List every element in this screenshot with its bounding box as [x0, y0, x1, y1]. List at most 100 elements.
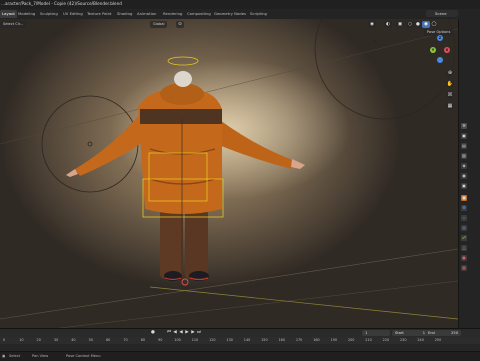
gizmo-x-icon[interactable]: X — [444, 47, 450, 53]
tab-scripting[interactable]: Scripting — [250, 11, 267, 16]
scene-props-icon[interactable]: ◈ — [461, 163, 467, 169]
collection-icon[interactable]: ▣ — [461, 183, 467, 189]
floor-axis-line — [149, 286, 458, 320]
head-bone-halo — [167, 56, 199, 66]
pivot-point-icon[interactable]: ⊙ — [176, 21, 184, 28]
root-bone-marker — [181, 278, 189, 286]
tab-uv-editing[interactable]: UV Editing — [63, 11, 83, 16]
bone-joint-left — [87, 141, 93, 147]
tab-sculpting[interactable]: Sculpting — [40, 11, 58, 16]
floor-line — [59, 280, 458, 328]
object-icon[interactable]: ■ — [461, 195, 467, 201]
ruler-tick-label: 60 — [105, 338, 111, 342]
tab-compositing[interactable]: Compositing — [187, 11, 211, 16]
ruler-tick-label: 100 — [174, 338, 181, 342]
scene-selector[interactable]: Scene — [426, 10, 458, 17]
camera-icon[interactable]: ☒ — [446, 91, 454, 99]
start-frame-field[interactable]: Start 1 — [392, 330, 428, 336]
3d-viewport[interactable]: Select Cir... Global ⊙ ◉ ◐ ▣ ○ ● ◉ ◯ Pos… — [0, 19, 458, 328]
constraints-icon[interactable]: ☍ — [461, 235, 467, 241]
texture-icon[interactable]: ▦ — [461, 265, 467, 271]
transform-orientation-dropdown[interactable]: Global — [150, 21, 168, 28]
tab-rendering[interactable]: Rendering — [163, 11, 182, 16]
jacket-yoke — [140, 109, 222, 124]
record-icon[interactable]: ● — [150, 330, 156, 336]
window-title: ...aracter/Pack_7/Model - Copie (42)/Sou… — [1, 1, 122, 6]
scene-label: Scene — [435, 11, 447, 16]
character-jacket — [138, 88, 222, 214]
zoom-icon[interactable]: ⊕ — [446, 69, 454, 77]
start-label: Start — [395, 331, 404, 335]
ruler-tick-label: 180 — [313, 338, 320, 342]
properties-tab-strip: ⚒ ▣ ▤ ▨ ◈ ◉ ▣ ■ ⚙ ∘ ◎ ☍ △ ● ▦ — [458, 19, 480, 328]
ruler-tick-label: 210 — [365, 338, 372, 342]
ruler-tick-label: 190 — [330, 338, 338, 342]
view-layer-icon[interactable]: ▨ — [461, 153, 467, 159]
render-icon[interactable]: ▣ — [461, 133, 467, 139]
current-frame-field[interactable]: 1 — [362, 330, 390, 336]
floor-line — [0, 248, 458, 320]
end-label: End — [428, 331, 435, 335]
tab-texture-paint[interactable]: Texture Paint — [87, 11, 112, 16]
view-object-types-icon[interactable]: ◉ — [368, 21, 376, 28]
ruler-tick-label: 30 — [53, 338, 59, 342]
ruler-tick-label: 110 — [191, 338, 199, 342]
modifier-icon[interactable]: ⚙ — [461, 205, 467, 211]
character-left-leg — [160, 209, 183, 279]
frame-ruler[interactable]: 0 10 20 30 40 50 60 70 80 90 100 110 120 130 140 150 160… — [0, 337, 480, 344]
tab-animation[interactable]: Animation — [137, 11, 156, 16]
ruler-tick-label: 120 — [209, 338, 216, 342]
gizmo-y-label: Y — [431, 48, 435, 52]
status-select: Select — [9, 354, 21, 358]
character-right-hand — [291, 159, 305, 169]
grid-icon[interactable]: ▦ — [446, 102, 454, 110]
ruler-tick-label: 80 — [140, 338, 146, 342]
ruler-tick-label: 20 — [36, 338, 41, 342]
gizmo-z-label: Z — [438, 36, 442, 40]
ruler-tick-label: 70 — [123, 338, 128, 342]
ruler-tick-label: 170 — [295, 338, 303, 342]
particles-icon[interactable]: ∘ — [461, 215, 467, 221]
select-mode-dropdown[interactable]: Select Cir... — [0, 21, 27, 28]
gizmo-z-icon[interactable]: Z — [437, 35, 443, 41]
gizmo-y-icon[interactable]: Y — [430, 47, 436, 53]
hand-icon[interactable]: ✋ — [446, 80, 454, 88]
viewport-header: Select Cir... Global ⊙ ◉ ◐ ▣ ○ ● ◉ ◯ Pos… — [0, 19, 458, 36]
shading-solid-icon[interactable]: ● — [414, 21, 422, 28]
data-icon[interactable]: △ — [461, 245, 467, 251]
title-bar: ...aracter/Pack_7/Model - Copie (42)/Sou… — [0, 0, 480, 9]
tab-layout[interactable]: Layout — [0, 10, 17, 18]
status-pan: Pan View — [32, 354, 49, 358]
shading-wireframe-icon[interactable]: ○ — [406, 21, 414, 28]
xray-icon[interactable]: ▣ — [396, 21, 404, 28]
output-icon[interactable]: ▤ — [461, 143, 467, 149]
mouse-icon: ▣ — [2, 354, 6, 358]
ruler-tick-label: 250 — [434, 338, 442, 342]
tab-shading[interactable]: Shading — [117, 11, 132, 16]
tool-icon[interactable]: ⚒ — [461, 123, 467, 129]
tab-modeling[interactable]: Modeling — [18, 11, 35, 16]
ruler-tick-label: 220 — [382, 338, 390, 342]
ruler-tick-label: 90 — [158, 338, 163, 342]
gizmo-x-label: X — [445, 48, 449, 52]
navigation-gizmo[interactable]: Z Y X — [427, 35, 453, 65]
shading-rendered-icon[interactable]: ◯ — [430, 21, 438, 28]
viewport-scene — [0, 19, 458, 328]
overlays-icon[interactable]: ◐ — [384, 21, 392, 28]
status-context: Pose Context Menu — [66, 354, 101, 358]
physics-icon[interactable]: ◎ — [461, 225, 467, 231]
end-value: 250 — [451, 331, 458, 335]
ruler-tick-label: 150 — [261, 338, 268, 342]
world-icon[interactable]: ◉ — [461, 173, 467, 179]
end-frame-field[interactable]: End 250 — [425, 330, 461, 336]
shading-material-icon[interactable]: ◉ — [422, 21, 430, 28]
character-head — [174, 71, 192, 87]
material-icon[interactable]: ● — [461, 255, 467, 261]
tab-geometry-nodes[interactable]: Geometry Nodes — [214, 11, 246, 16]
ruler-tick-label: 140 — [243, 338, 251, 342]
gizmo-neg-z-icon[interactable] — [437, 57, 443, 63]
bone-joint-right — [373, 39, 377, 43]
ruler-tick-label: 50 — [88, 338, 93, 342]
ruler-tick-label: 200 — [347, 338, 355, 342]
jump-end-icon[interactable]: ⏭ — [196, 330, 202, 336]
